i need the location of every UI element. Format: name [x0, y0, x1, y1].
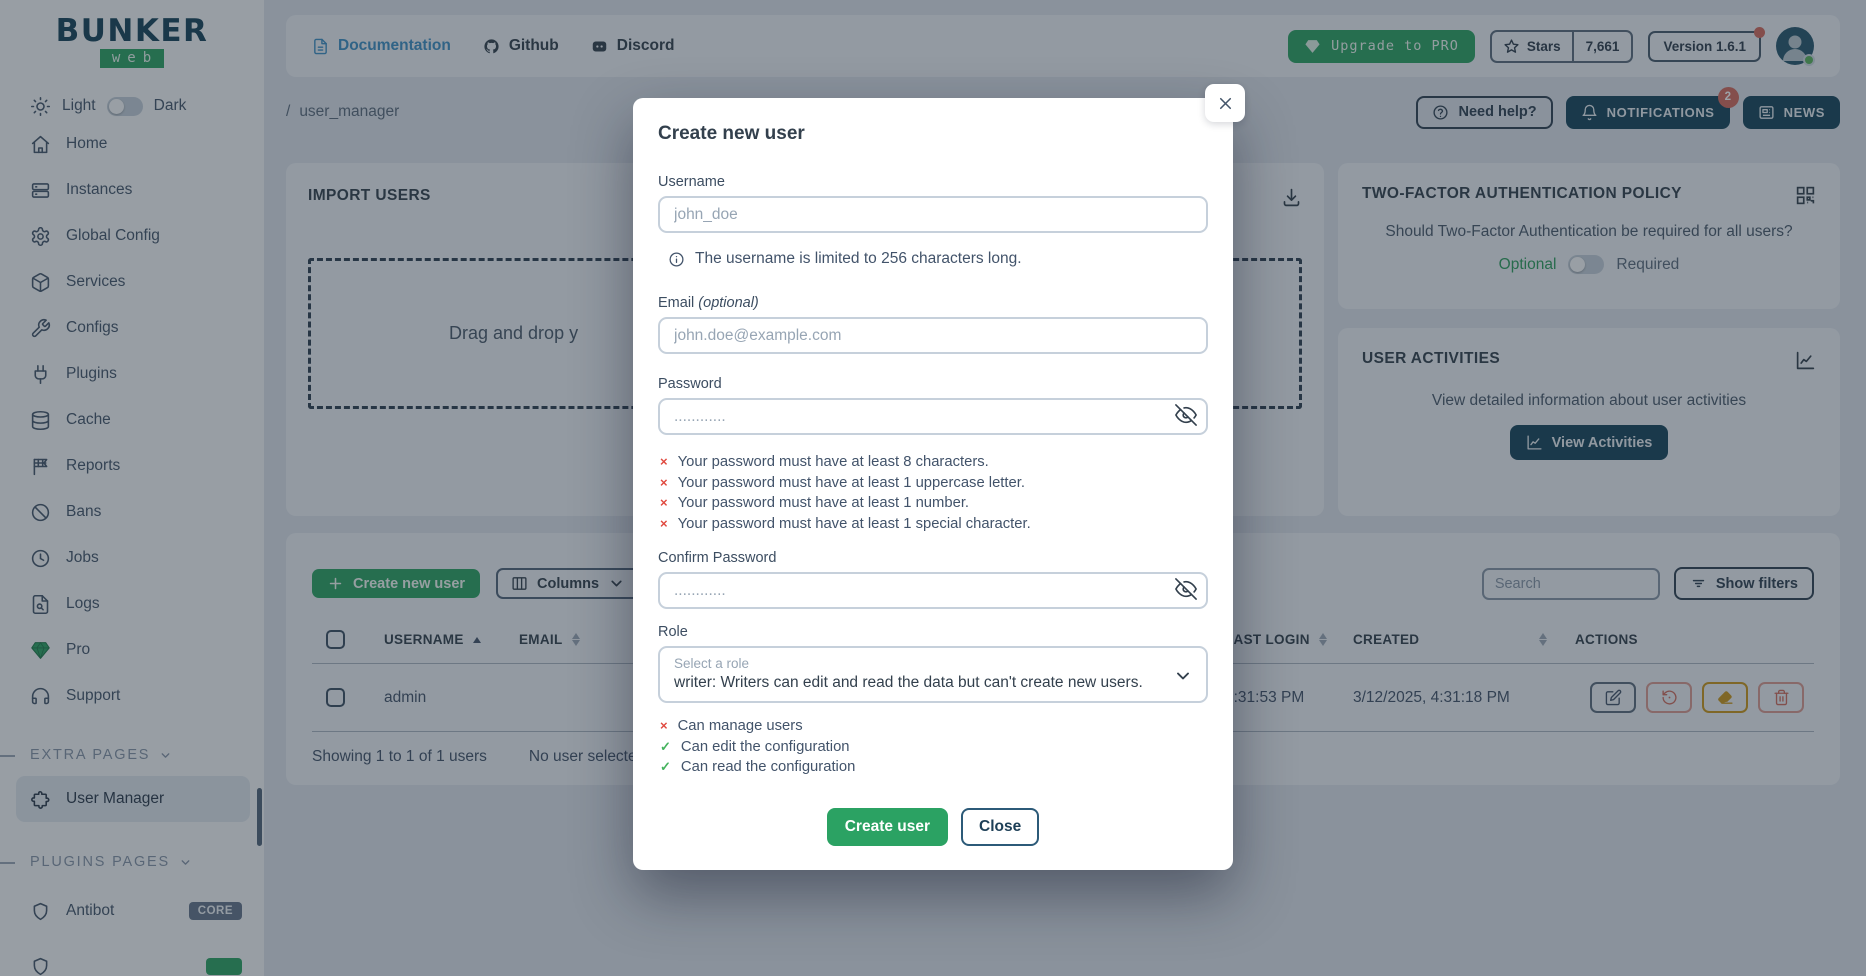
- username-note: The username is limited to 256 character…: [658, 250, 1208, 268]
- eye-off-icon[interactable]: [1169, 574, 1203, 604]
- role-permissions: ×Can manage users ✓Can edit the configur…: [658, 716, 1208, 778]
- eye-off-icon[interactable]: [1169, 400, 1203, 430]
- error-x-icon: ×: [660, 514, 668, 535]
- close-button[interactable]: Close: [961, 808, 1039, 846]
- chevron-down-icon: [1173, 666, 1193, 686]
- role-selected-value: writer: Writers can edit and read the da…: [674, 674, 1166, 692]
- username-field[interactable]: [658, 196, 1208, 233]
- role-label: Role: [658, 624, 1208, 641]
- error-x-icon: ×: [660, 716, 668, 737]
- username-label: Username: [658, 174, 1208, 191]
- create-user-modal: Create new user Username The username is…: [633, 98, 1233, 870]
- check-icon: ✓: [660, 757, 671, 778]
- modal-title: Create new user: [658, 122, 1208, 145]
- check-icon: ✓: [660, 737, 671, 758]
- password-label: Password: [658, 376, 1208, 393]
- info-icon: [668, 251, 685, 268]
- error-x-icon: ×: [660, 473, 668, 494]
- error-x-icon: ×: [660, 493, 668, 514]
- email-label: Email (optional): [658, 295, 1208, 312]
- close-icon[interactable]: [1205, 84, 1245, 122]
- error-x-icon: ×: [660, 452, 668, 473]
- role-select-placeholder: Select a role: [674, 656, 1166, 671]
- password-field[interactable]: [658, 398, 1208, 435]
- role-select[interactable]: Select a role writer: Writers can edit a…: [658, 646, 1208, 703]
- password-errors: ×Your password must have at least 8 char…: [658, 452, 1208, 534]
- email-field[interactable]: [658, 317, 1208, 354]
- confirm-password-field[interactable]: [658, 572, 1208, 609]
- modal-footer: Create user Close: [658, 808, 1208, 846]
- confirm-password-label: Confirm Password: [658, 550, 1208, 567]
- create-user-button[interactable]: Create user: [827, 808, 948, 846]
